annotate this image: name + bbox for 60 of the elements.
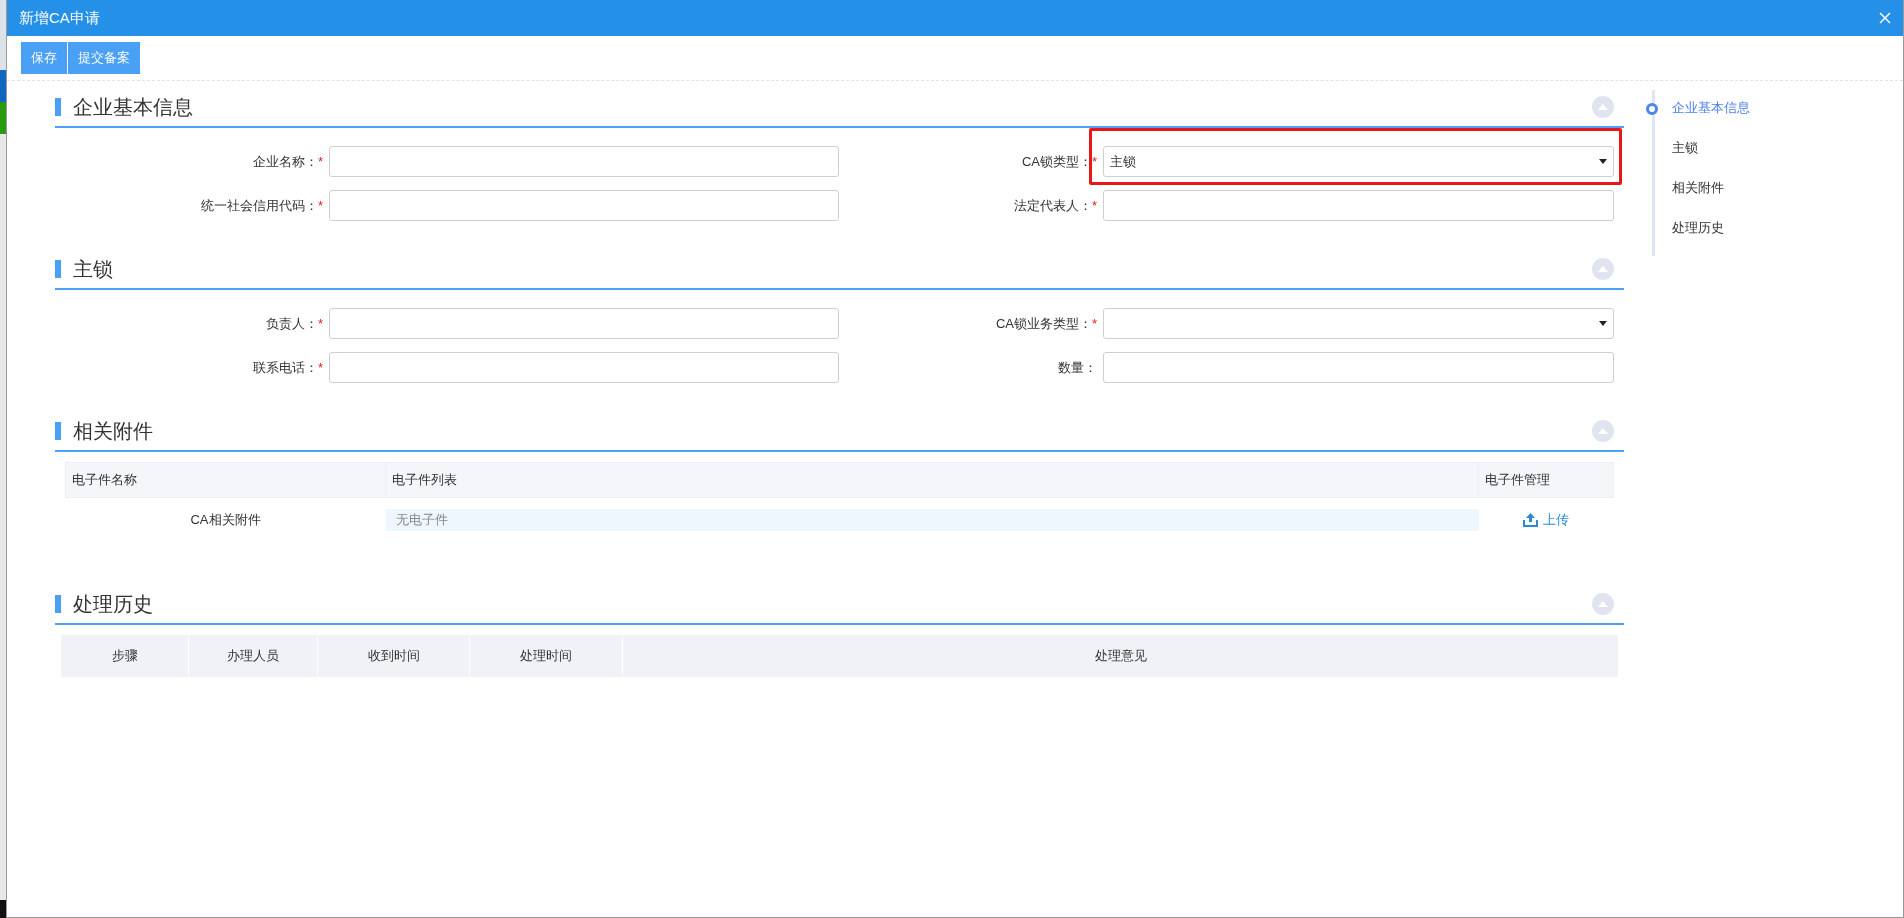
column-header: 电子件管理: [1478, 462, 1614, 498]
file-list-cell: 无电子件: [385, 509, 1479, 531]
section-marker: [55, 422, 61, 440]
field-label: 统一社会信用代码：: [200, 196, 318, 215]
column-header: 处理时间: [469, 634, 623, 678]
upload-icon: [1523, 512, 1538, 527]
column-header: 办理人员: [188, 634, 318, 678]
input-field[interactable]: [329, 146, 839, 177]
field-label: 负责人：: [265, 314, 318, 333]
nav-item[interactable]: 主锁: [1655, 136, 1750, 160]
nav-item[interactable]: 企业基本信息: [1655, 96, 1750, 120]
input-field[interactable]: [1103, 352, 1614, 383]
input-field[interactable]: [329, 352, 839, 383]
field-label: 数量：: [1058, 358, 1097, 377]
triangle-up-icon: [1598, 601, 1608, 607]
active-dot-icon: [1646, 103, 1658, 115]
table-cell: CA相关附件: [65, 497, 386, 542]
field-label: 联系电话：: [252, 358, 318, 377]
section-title: 主锁: [73, 256, 113, 282]
select-field[interactable]: 主锁: [1103, 146, 1614, 177]
required-mark: *: [317, 360, 323, 375]
field-label: 法定代表人：: [1013, 196, 1092, 215]
required-mark: *: [317, 316, 323, 331]
nav-item[interactable]: 处理历史: [1655, 216, 1750, 240]
column-header: 电子件列表: [385, 462, 1479, 498]
section-title: 处理历史: [73, 591, 153, 617]
column-header: 步骤: [60, 634, 189, 678]
collapse-button[interactable]: [1592, 96, 1614, 118]
input-field[interactable]: [329, 308, 839, 339]
required-mark: *: [1091, 198, 1097, 213]
required-mark: *: [317, 154, 323, 169]
required-mark: *: [1091, 154, 1097, 169]
triangle-up-icon: [1598, 428, 1608, 434]
caret-icon: [1599, 321, 1607, 326]
section-marker: [55, 98, 61, 116]
triangle-up-icon: [1598, 266, 1608, 272]
close-icon[interactable]: [1877, 10, 1893, 26]
section-marker: [55, 260, 61, 278]
column-header: 处理意见: [622, 634, 1619, 678]
triangle-up-icon: [1598, 104, 1608, 110]
upload-link[interactable]: 上传: [1523, 510, 1569, 529]
field-label: CA锁业务类型：: [995, 314, 1092, 333]
input-field[interactable]: [1103, 190, 1614, 221]
collapse-button[interactable]: [1592, 593, 1614, 615]
section-marker: [55, 595, 61, 613]
caret-icon: [1599, 159, 1607, 164]
required-mark: *: [1091, 316, 1097, 331]
section-title: 相关附件: [73, 418, 153, 444]
section-title: 企业基本信息: [73, 94, 193, 120]
required-mark: *: [317, 198, 323, 213]
collapse-button[interactable]: [1592, 420, 1614, 442]
nav-item[interactable]: 相关附件: [1655, 176, 1750, 200]
field-label: CA锁类型：: [1021, 152, 1092, 171]
column-header: 电子件名称: [65, 462, 386, 498]
column-header: 收到时间: [317, 634, 470, 678]
window-title: 新增CA申请: [19, 8, 100, 28]
collapse-button[interactable]: [1592, 258, 1614, 280]
input-field[interactable]: [329, 190, 839, 221]
select-field[interactable]: [1103, 308, 1614, 339]
field-label: 企业名称：: [252, 152, 318, 171]
